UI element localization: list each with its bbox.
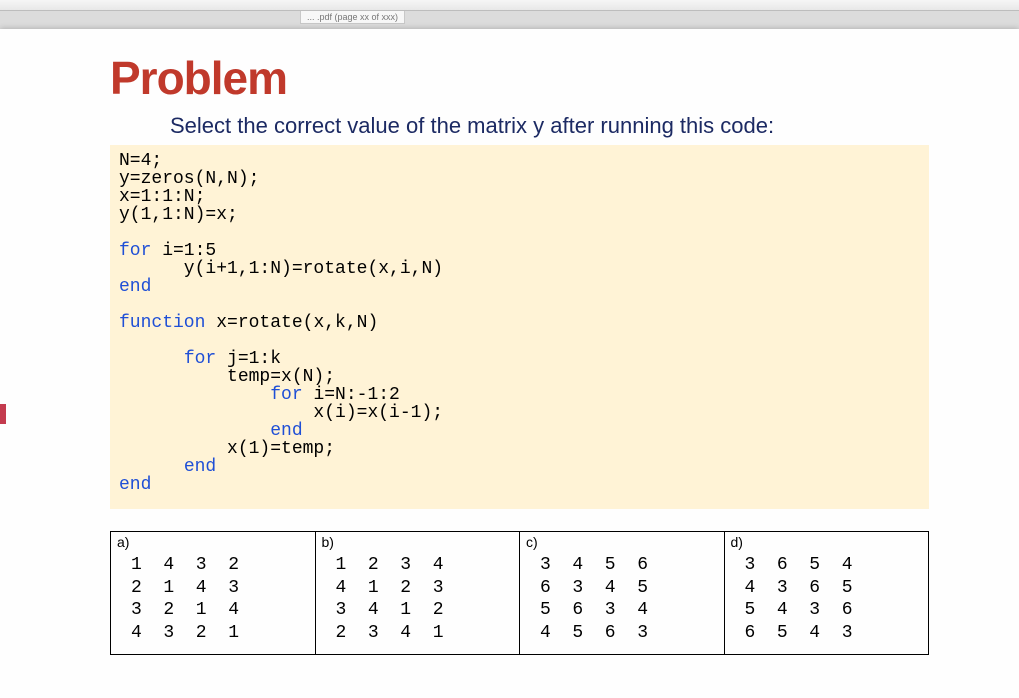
viewer-toolbar (0, 0, 1019, 11)
answer-option-b[interactable]: b)1 2 3 4 4 1 2 3 3 4 1 2 2 3 4 1 (315, 532, 520, 655)
option-matrix: 3 6 5 4 4 3 6 5 5 4 3 6 6 5 4 3 (731, 552, 923, 644)
answer-option-a[interactable]: a)1 4 3 2 2 1 4 3 3 2 1 4 4 3 2 1 (111, 532, 316, 655)
option-label: d) (731, 534, 923, 552)
answer-option-c[interactable]: c)3 4 5 6 6 3 4 5 5 6 3 4 4 5 6 3 (520, 532, 725, 655)
option-matrix: 1 2 3 4 4 1 2 3 3 4 1 2 2 3 4 1 (322, 552, 514, 644)
slide-marker (0, 404, 6, 424)
option-label: a) (117, 534, 309, 552)
answer-options-table: a)1 4 3 2 2 1 4 3 3 2 1 4 4 3 2 1b)1 2 3… (110, 531, 929, 655)
question-prompt: Select the correct value of the matrix y… (170, 113, 929, 139)
document-tab-caption: ... .pdf (page xx of xxx) (300, 11, 405, 24)
option-label: b) (322, 534, 514, 552)
answer-option-d[interactable]: d)3 6 5 4 4 3 6 5 5 4 3 6 6 5 4 3 (724, 532, 929, 655)
option-label: c) (526, 534, 718, 552)
option-matrix: 3 4 5 6 6 3 4 5 5 6 3 4 4 5 6 3 (526, 552, 718, 644)
option-matrix: 1 4 3 2 2 1 4 3 3 2 1 4 4 3 2 1 (117, 552, 309, 644)
document-page: Problem Select the correct value of the … (0, 29, 1019, 698)
page-title: Problem (110, 51, 929, 105)
code-block: N=4;y=zeros(N,N);x=1:1:N;y(1,1:N)=x; for… (110, 145, 929, 509)
